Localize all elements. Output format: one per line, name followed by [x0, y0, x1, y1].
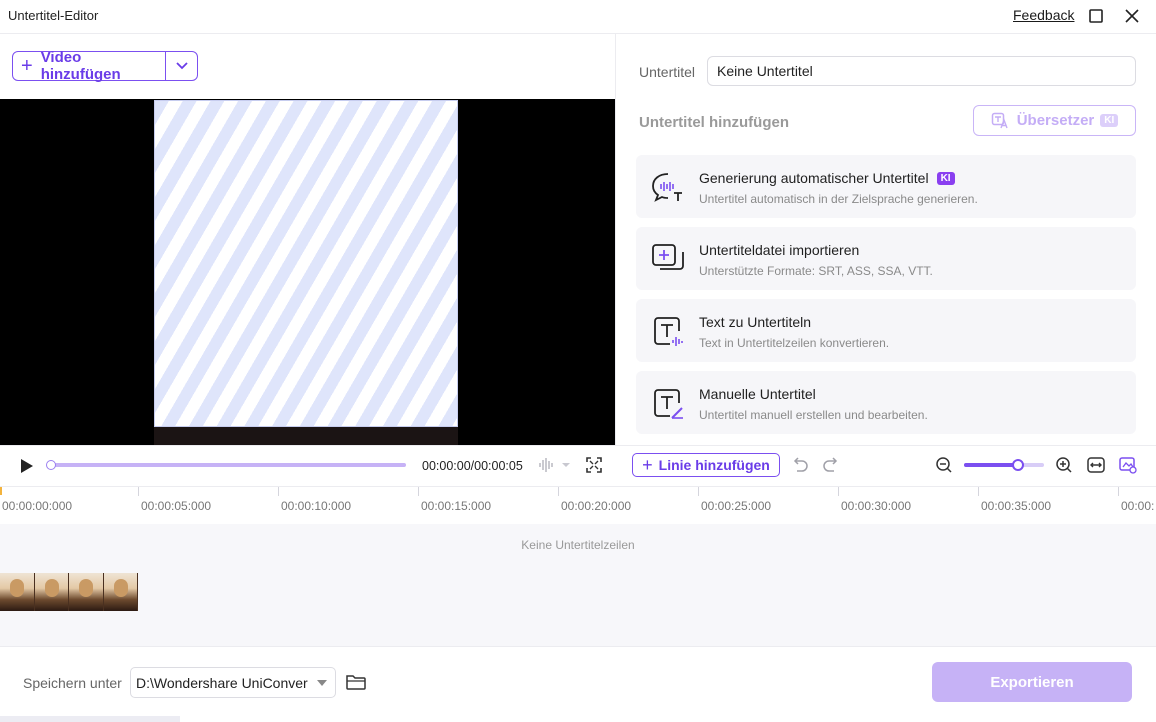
card-title: Manuelle Untertitel: [699, 386, 816, 402]
translator-label: Übersetzer: [1016, 112, 1095, 129]
subtitle-editor-window: Untertitel-Editor Feedback + Video hinzu…: [0, 0, 1156, 722]
card-text-to-subtitles[interactable]: Text zu Untertiteln Text in Untertitelze…: [636, 299, 1136, 362]
add-line-label: Linie hinzufügen: [658, 457, 770, 473]
card-title: Untertiteldatei importieren: [699, 242, 859, 258]
plus-icon: +: [642, 455, 653, 475]
video-frame-bottom: [154, 427, 458, 445]
card-title-text: Untertiteldatei importieren: [699, 242, 860, 258]
translate-icon: [991, 112, 1008, 128]
undo-icon[interactable]: [791, 456, 809, 474]
ai-badge: KI: [936, 171, 955, 185]
add-subtitles-heading: Untertitel hinzufügen: [639, 114, 789, 131]
bottom-scrollbar[interactable]: [0, 716, 180, 722]
play-icon: [21, 459, 33, 473]
title-bar: Untertitel-Editor Feedback: [0, 0, 1156, 34]
auto-subtitle-icon: [652, 173, 682, 202]
zoom-knob[interactable]: [1012, 459, 1024, 471]
card-description: Untertitel manuell erstellen und bearbei…: [699, 408, 928, 422]
play-button[interactable]: [18, 457, 36, 475]
video-preview: [0, 99, 615, 445]
add-line-button[interactable]: + Linie hinzufügen: [632, 453, 780, 477]
ruler-tick: 00:00:10:000: [277, 487, 352, 513]
save-location-label: Speichern unter: [23, 675, 122, 691]
ruler-tick: 00:00:25:000: [697, 487, 772, 513]
translator-button[interactable]: Übersetzer KI: [973, 105, 1136, 136]
import-file-icon: [652, 244, 684, 270]
zoom-fill: [964, 463, 1018, 467]
plus-icon: +: [21, 55, 33, 77]
video-track-clip[interactable]: [0, 573, 138, 611]
card-description: Untertitel automatisch in der Zielsprach…: [699, 192, 978, 206]
timecode: 00:00:00/00:00:05: [422, 459, 523, 473]
video-thumbnail: [69, 573, 104, 611]
folder-icon[interactable]: [345, 672, 367, 692]
video-thumbnail: [0, 573, 35, 611]
ruler-tick: 00:00:35:000: [977, 487, 1052, 513]
close-icon: [1125, 9, 1139, 23]
timeline-ruler[interactable]: 00:00:00:000 00:00:05:000 00:00:10:000 0…: [0, 486, 1156, 524]
caret-down-icon: [309, 679, 335, 686]
save-location-value: D:\Wondershare UniConver: [136, 674, 308, 691]
manual-subtitle-icon: [654, 389, 683, 419]
progress-knob[interactable]: [46, 460, 56, 470]
empty-subtitle-track-text: Keine Untertitelzeilen: [521, 538, 635, 552]
ruler-tick: 00:00:15:000: [417, 487, 492, 513]
feedback-link[interactable]: Feedback: [1013, 7, 1074, 23]
card-description: Text in Untertitelzeilen konvertieren.: [699, 336, 890, 350]
timeline-zoom-slider[interactable]: [964, 459, 1044, 471]
card-auto-subtitles[interactable]: Generierung automatischer Untertitel KI …: [636, 155, 1136, 218]
add-video-main[interactable]: + Video hinzufügen: [13, 49, 166, 83]
card-title: Text zu Untertiteln: [699, 314, 811, 330]
add-video-dropdown[interactable]: [166, 52, 197, 80]
subtitle-track-field[interactable]: [707, 56, 1136, 86]
subtitle-label: Untertitel: [639, 64, 696, 80]
pane-divider: [615, 34, 616, 445]
video-thumbnail: [34, 573, 69, 611]
save-location-select[interactable]: D:\Wondershare UniConver: [130, 667, 336, 698]
fit-timeline-icon[interactable]: [1087, 456, 1105, 474]
playback-progress-slider[interactable]: [46, 460, 406, 470]
timeline[interactable]: 00:00:00:000 00:00:05:000 00:00:10:000 0…: [0, 486, 1156, 646]
maximize-icon: [1089, 9, 1103, 23]
ai-badge: KI: [1100, 114, 1119, 127]
footer-divider: [0, 646, 1156, 647]
ruler-tick: 00:00:: [1117, 487, 1155, 513]
maximize-button[interactable]: [1086, 6, 1106, 26]
export-button[interactable]: Exportieren: [932, 662, 1132, 702]
card-title: Generierung automatischer Untertitel KI: [699, 170, 955, 186]
waveform-icon[interactable]: [538, 457, 572, 473]
ruler-tick: 00:00:00:000: [2, 499, 73, 513]
text-to-subtitle-icon: [654, 317, 683, 346]
progress-track: [50, 463, 406, 467]
subtitle-style-icon[interactable]: [1119, 456, 1137, 474]
card-import-file[interactable]: Untertiteldatei importieren Unterstützte…: [636, 227, 1136, 290]
video-thumbnail: [103, 573, 138, 611]
toolbar-divider: [0, 445, 1156, 446]
card-title-text: Generierung automatischer Untertitel: [699, 170, 929, 186]
card-description: Unterstützte Formate: SRT, ASS, SSA, VTT…: [699, 264, 933, 278]
zoom-in-icon[interactable]: [1055, 456, 1073, 474]
redo-icon[interactable]: [822, 456, 840, 474]
add-video-label: Video hinzufügen: [40, 49, 121, 83]
card-manual-subtitles[interactable]: Manuelle Untertitel Untertitel manuell e…: [636, 371, 1136, 434]
ruler-tick: 00:00:05:000: [137, 487, 212, 513]
ruler-tick: 00:00:30:000: [837, 487, 912, 513]
add-video-button[interactable]: + Video hinzufügen: [12, 49, 198, 83]
window-title: Untertitel-Editor: [8, 8, 99, 23]
playhead[interactable]: [0, 487, 2, 495]
close-button[interactable]: [1122, 6, 1142, 26]
chevron-down-icon: [175, 62, 188, 70]
card-title-text: Manuelle Untertitel: [699, 386, 816, 402]
zoom-out-icon[interactable]: [935, 456, 953, 474]
ruler-tick: 00:00:20:000: [557, 487, 632, 513]
card-title-text: Text zu Untertiteln: [699, 314, 812, 330]
fullscreen-icon[interactable]: [586, 457, 602, 473]
video-frame: [154, 100, 458, 427]
